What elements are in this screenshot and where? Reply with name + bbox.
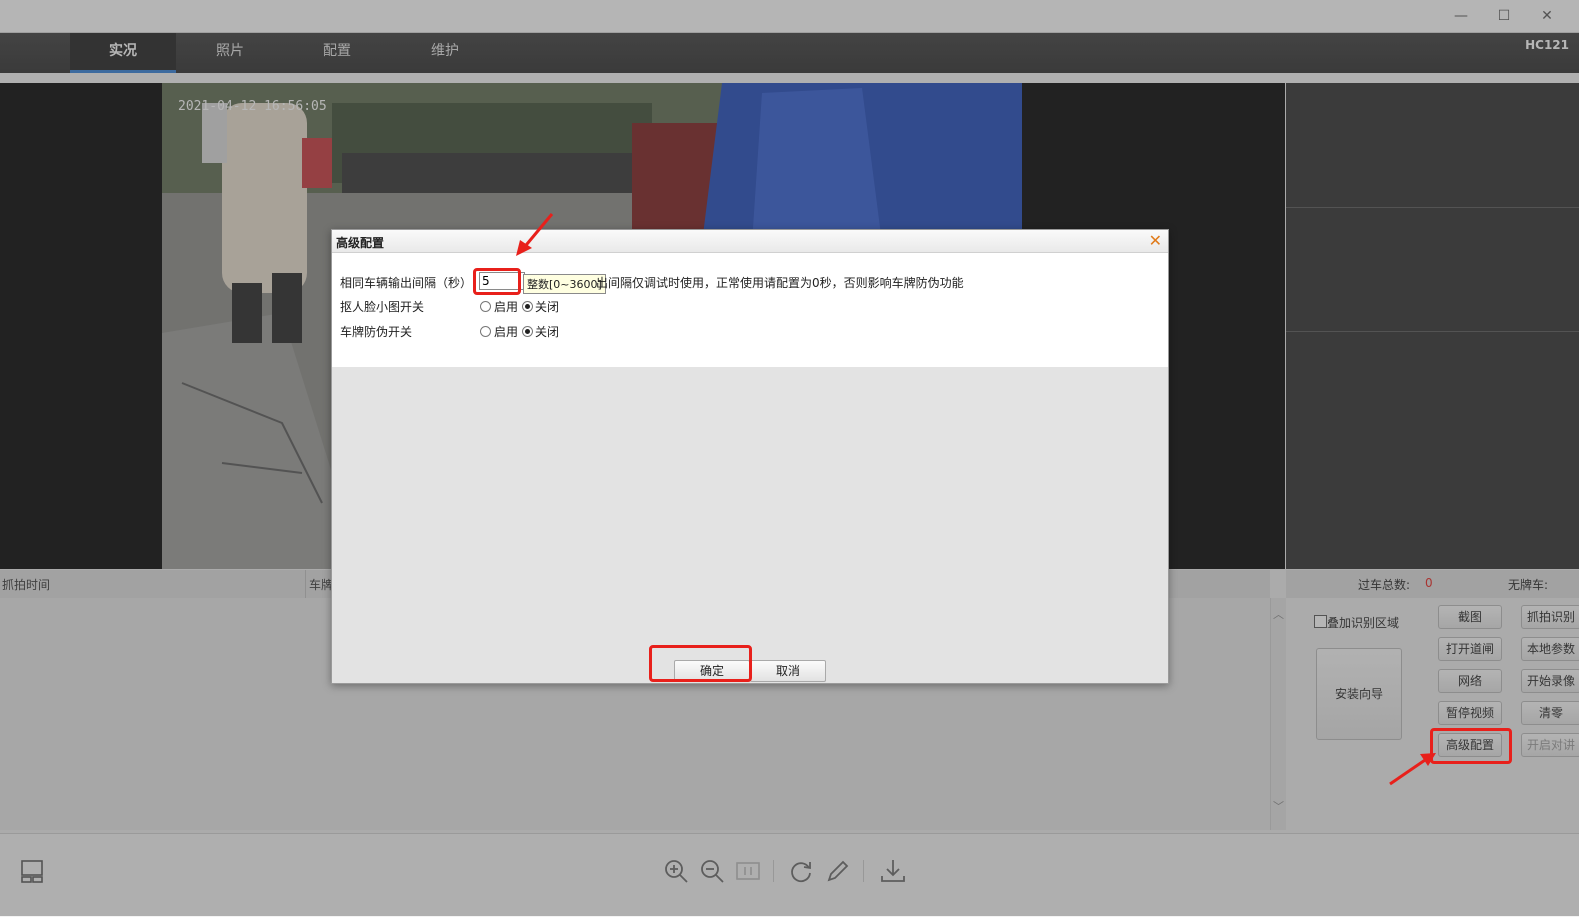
interval-note: 出间隔仅调试时使用，正常使用请配置为0秒，否则影响车牌防伪功能: [596, 276, 964, 290]
annotation-arrow-icon: [516, 213, 554, 256]
dialog-title: 高级配置: [336, 236, 385, 250]
face-crop-switch-label: 抠人脸小图开关: [340, 300, 425, 314]
dialog-titlebar: 高级配置 ✕: [332, 230, 1168, 253]
highlight-interval-input: [473, 268, 521, 295]
anti-counterfeit-enable-radio[interactable]: [480, 326, 491, 337]
face-crop-disable-label: 关闭: [535, 300, 560, 314]
face-crop-disable-radio[interactable]: [522, 301, 533, 312]
face-crop-enable-label: 启用: [494, 300, 519, 314]
highlight-ok-button: [649, 645, 752, 682]
dialog-form: 相同车辆输出间隔（秒） 整数[0~3600] 出间隔仅调试时使用，正常使用请配置…: [332, 253, 1168, 367]
anti-counterfeit-disable-radio[interactable]: [522, 326, 533, 337]
anti-counterfeit-switch-label: 车牌防伪开关: [340, 325, 413, 339]
interval-range-tooltip: 整数[0~3600]: [523, 274, 606, 294]
anti-counterfeit-disable-label: 关闭: [535, 325, 560, 339]
annotation-arrow-icon: [1389, 753, 1436, 786]
dialog-body: [332, 367, 1168, 683]
dialog-close-icon[interactable]: ✕: [1149, 231, 1162, 250]
same-vehicle-interval-label: 相同车辆输出间隔（秒）: [340, 276, 473, 290]
highlight-advanced-config-button: [1430, 728, 1512, 764]
advanced-config-dialog: 高级配置 ✕ 相同车辆输出间隔（秒） 整数[0~3600] 出间隔仅调试时使用，…: [331, 229, 1169, 684]
face-crop-enable-radio[interactable]: [480, 301, 491, 312]
dialog-cancel-button[interactable]: 取消: [750, 660, 826, 682]
anti-counterfeit-enable-label: 启用: [494, 325, 519, 339]
